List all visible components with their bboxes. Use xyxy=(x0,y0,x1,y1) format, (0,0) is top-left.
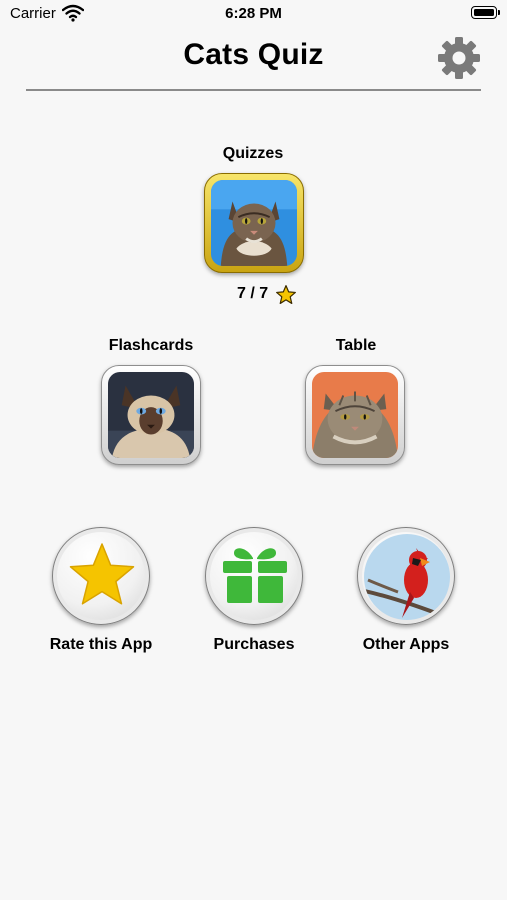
flashcards-button[interactable] xyxy=(101,365,201,465)
siamese-cat-image xyxy=(108,372,194,458)
gear-icon[interactable] xyxy=(437,36,481,80)
table-button[interactable] xyxy=(305,365,405,465)
quizzes-label: Quizzes xyxy=(222,145,284,162)
battery-icon xyxy=(471,6,500,19)
header-divider xyxy=(26,89,481,91)
rate-app-label: Rate this App xyxy=(49,636,153,653)
rate-app-button[interactable] xyxy=(52,527,150,625)
table-label: Table xyxy=(335,337,377,354)
other-apps-label: Other Apps xyxy=(362,636,450,653)
quizzes-button[interactable] xyxy=(204,173,304,273)
star-icon xyxy=(69,543,135,605)
other-apps-button[interactable] xyxy=(357,527,455,625)
status-bar: Carrier 6:28 PM xyxy=(0,0,507,28)
gift-icon xyxy=(223,548,287,603)
cardinal-bird-icon xyxy=(364,534,450,620)
purchases-label: Purchases xyxy=(213,636,295,653)
clock: 6:28 PM xyxy=(225,5,282,22)
star-icon xyxy=(276,285,296,305)
flashcards-label: Flashcards xyxy=(108,337,194,354)
purchases-button[interactable] xyxy=(205,527,303,625)
quiz-score: 7 / 7 xyxy=(237,285,269,302)
maine-coon-cat-image xyxy=(211,180,297,266)
page-title: Cats Quiz xyxy=(183,38,324,71)
longhair-cat-image xyxy=(312,372,398,458)
